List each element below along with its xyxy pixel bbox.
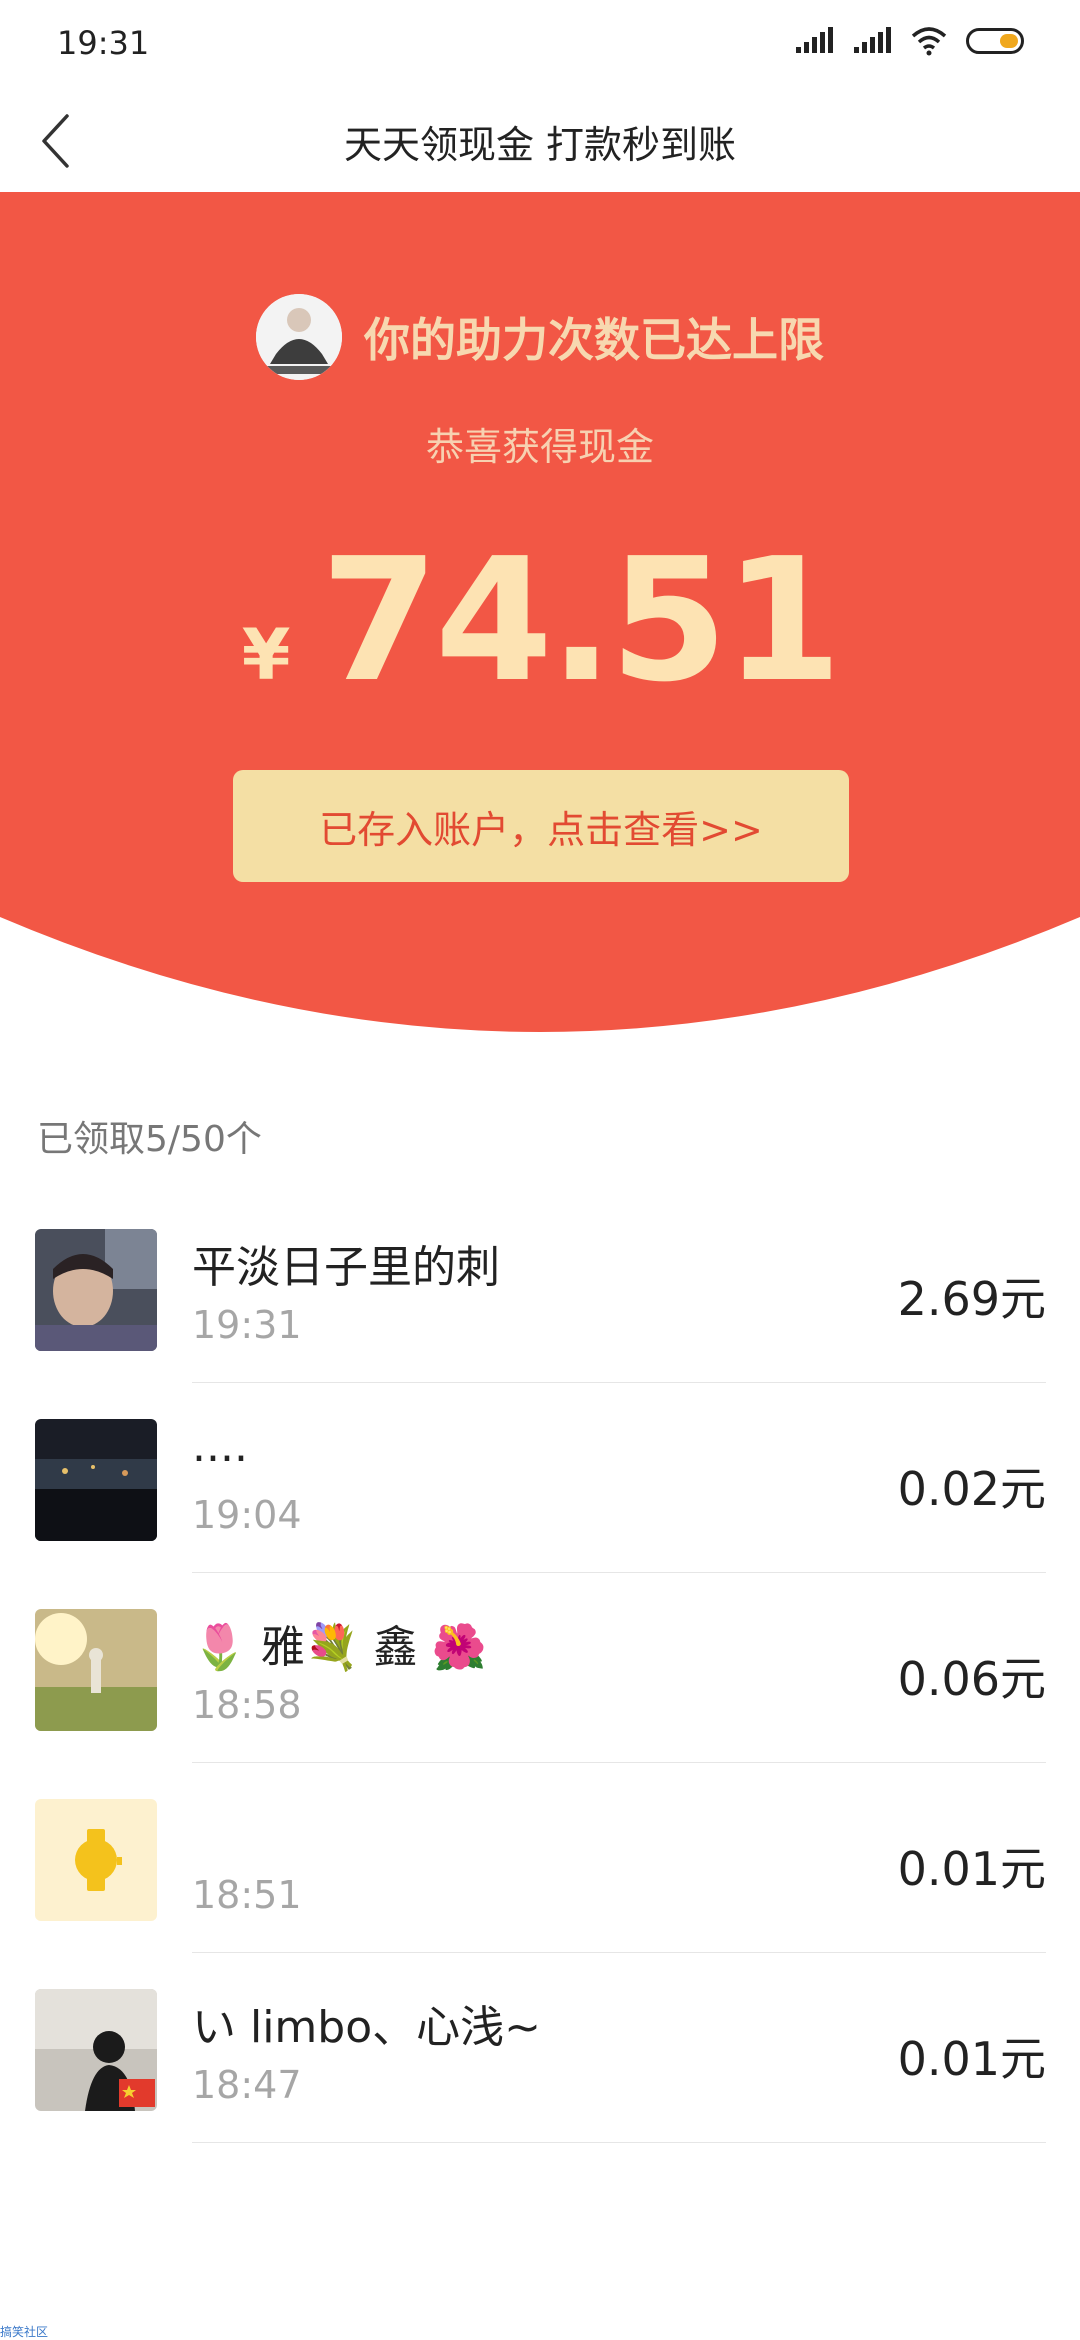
status-bar: 19:31 xyxy=(0,0,1080,90)
list-item[interactable]: 🌷 雅💐 鑫 🌺 18:58 0.06元 xyxy=(0,1573,1080,1763)
hero-head: 你的助力次数已达上限 xyxy=(0,294,1080,380)
list-item[interactable]: .... 19:04 0.02元 xyxy=(0,1383,1080,1573)
battery-icon xyxy=(966,28,1024,54)
amount-value: 74.51 xyxy=(320,522,842,720)
watermark: 搞笑社区 xyxy=(0,2325,49,2339)
avatar xyxy=(35,1609,157,1731)
view-account-button[interactable]: 已存入账户，点击查看>> xyxy=(233,770,849,882)
avatar xyxy=(35,1989,157,2111)
item-time: 18:58 xyxy=(192,1683,302,1727)
item-name: .... xyxy=(192,1421,248,1472)
avatar xyxy=(35,1419,157,1541)
limit-reached-text: 你的助力次数已达上限 xyxy=(364,313,824,367)
avatar xyxy=(256,294,342,380)
signal-icon-2 xyxy=(854,27,891,53)
claim-list: 平淡日子里的刺 19:31 2.69元 .... 19:04 0.02元 🌷 雅… xyxy=(0,1193,1080,2143)
congrats-text: 恭喜获得现金 xyxy=(425,425,654,469)
item-name: い limbo、心浅~ xyxy=(192,2002,542,2053)
nav-bar: 天天领现金 打款秒到账 xyxy=(0,90,1080,192)
page-title: 天天领现金 打款秒到账 xyxy=(343,123,737,167)
claimed-count: 已领取5/50个 xyxy=(37,1119,262,1160)
item-amount: 0.01元 xyxy=(897,1842,1046,1896)
item-amount: 2.69元 xyxy=(897,1272,1046,1326)
wifi-icon xyxy=(911,27,947,56)
item-time: 18:51 xyxy=(192,1873,302,1917)
item-name: 🌷 雅💐 鑫 🌺 xyxy=(192,1622,487,1673)
avatar xyxy=(35,1799,157,1921)
cash-amount: ¥ 74.51 xyxy=(0,522,1080,720)
item-name: 平淡日子里的刺 xyxy=(192,1242,500,1293)
item-amount: 0.02元 xyxy=(897,1462,1046,1516)
item-amount: 0.01元 xyxy=(897,2032,1046,2086)
currency-symbol: ¥ xyxy=(241,614,291,696)
item-time: 19:04 xyxy=(192,1493,302,1537)
list-item[interactable]: 18:51 0.01元 xyxy=(0,1763,1080,1953)
signal-icon xyxy=(796,27,833,53)
divider xyxy=(192,2142,1046,2143)
status-icons xyxy=(794,26,1024,56)
status-time: 19:31 xyxy=(57,24,150,62)
item-time: 19:31 xyxy=(192,1303,302,1347)
avatar xyxy=(35,1229,157,1351)
list-item[interactable]: い limbo、心浅~ 18:47 0.01元 xyxy=(0,1953,1080,2143)
item-amount: 0.06元 xyxy=(897,1652,1046,1706)
reward-hero: 你的助力次数已达上限 恭喜获得现金 ¥ 74.51 已存入账户，点击查看>> xyxy=(0,192,1080,1032)
list-item[interactable]: 平淡日子里的刺 19:31 2.69元 xyxy=(0,1193,1080,1383)
item-time: 18:47 xyxy=(192,2063,302,2107)
